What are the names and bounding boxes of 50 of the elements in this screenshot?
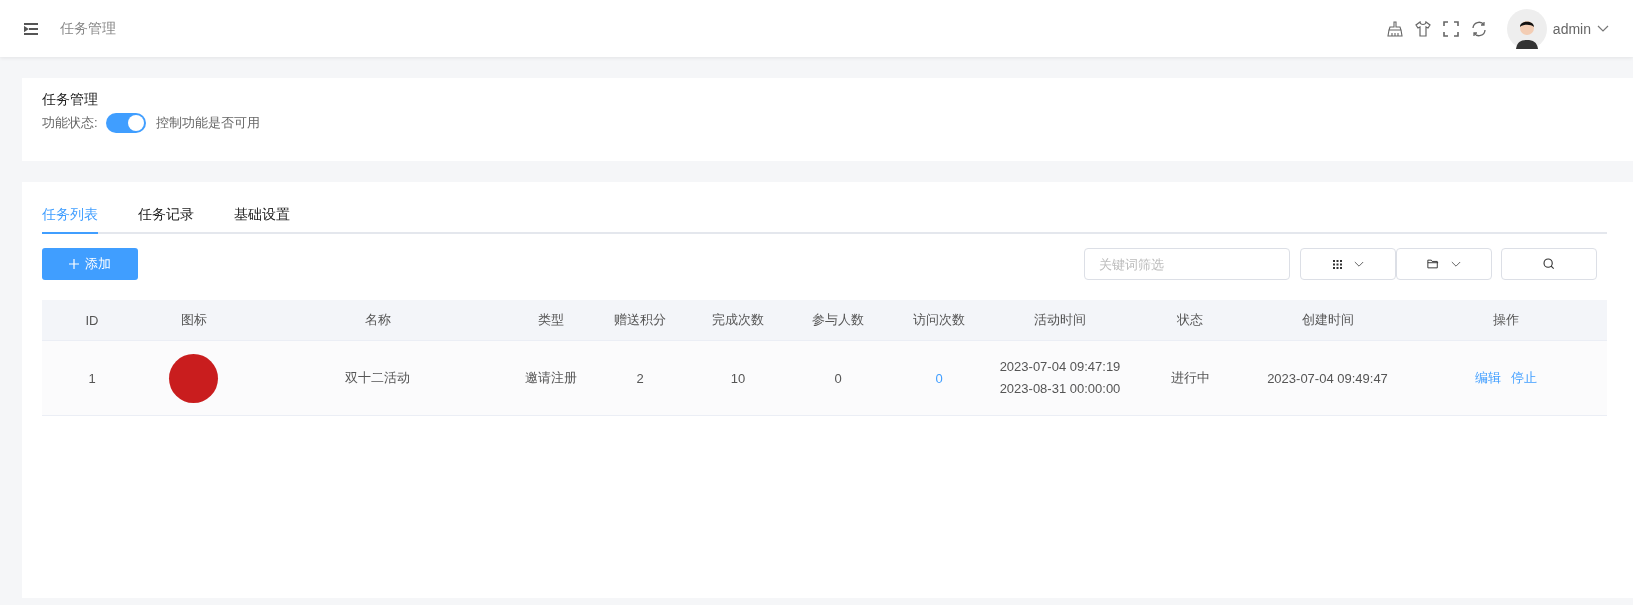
brush-icon[interactable] (1386, 20, 1403, 37)
status-label: 功能状态: (42, 114, 98, 132)
column-header: 参与人数 (812, 312, 864, 327)
shirt-icon[interactable] (1414, 20, 1431, 37)
status-hint: 控制功能是否可用 (155, 114, 260, 132)
column-header: ID (85, 312, 99, 328)
tab[interactable]: 任务列表 (42, 200, 98, 234)
caret-icon (1451, 260, 1461, 268)
caret-icon[interactable] (1597, 24, 1609, 33)
visits-link[interactable]: 0 (935, 370, 943, 386)
toggle-switch[interactable] (105, 113, 146, 133)
column-header: 完成次数 (712, 312, 764, 327)
action-link[interactable]: 停止 (1511, 370, 1537, 385)
promo-image (169, 353, 218, 403)
tab[interactable]: 基础设置 (234, 200, 290, 234)
column-header: 操作 (1493, 312, 1519, 327)
table-cell: 进行中 (1170, 370, 1210, 385)
column-header: 状态 (1177, 312, 1203, 327)
column-header: 类型 (538, 312, 564, 327)
table-cell: 10 (730, 370, 746, 386)
action-link[interactable]: 编辑 (1475, 370, 1501, 385)
plus-icon (69, 259, 79, 269)
refresh-icon[interactable] (1470, 20, 1487, 37)
table-cell: 1 (88, 370, 96, 386)
column-header: 赠送积分 (614, 312, 666, 327)
column-header: 活动时间 (1034, 312, 1086, 327)
table-cell: 双十二活动 (345, 370, 410, 385)
add-button[interactable]: 添加 (42, 248, 138, 280)
table-cell: 2 (636, 370, 644, 386)
search-field[interactable]: 关键词筛选 (1084, 248, 1290, 280)
search-icon (1543, 258, 1555, 270)
menu-icon[interactable] (24, 22, 38, 35)
column-header: 图标 (180, 312, 207, 327)
table-cell: 2023-07-04 09:49:47 (1267, 370, 1388, 386)
table-cell: 0 (834, 370, 842, 386)
column-header: 创建时间 (1301, 312, 1354, 327)
grid-icon (1332, 259, 1342, 269)
breadcrumb: 任务管理 (60, 19, 116, 38)
table-cell-text: 2023-07-04 09:47:19 (998, 358, 1122, 376)
user-name[interactable]: admin (1552, 20, 1591, 37)
table-cell-text: 2023-08-31 00:00:00 (998, 380, 1122, 398)
avatar-icon[interactable] (1506, 8, 1547, 49)
caret-icon (1353, 260, 1364, 268)
table-cell: 邀请注册 (525, 370, 577, 385)
module-title: 任务管理 (42, 90, 99, 109)
folder-icon (1427, 259, 1439, 269)
column-header: 访问次数 (913, 312, 965, 327)
fullscreen-icon[interactable] (1442, 20, 1459, 37)
column-header: 名称 (364, 312, 391, 327)
tab[interactable]: 任务记录 (138, 200, 194, 234)
